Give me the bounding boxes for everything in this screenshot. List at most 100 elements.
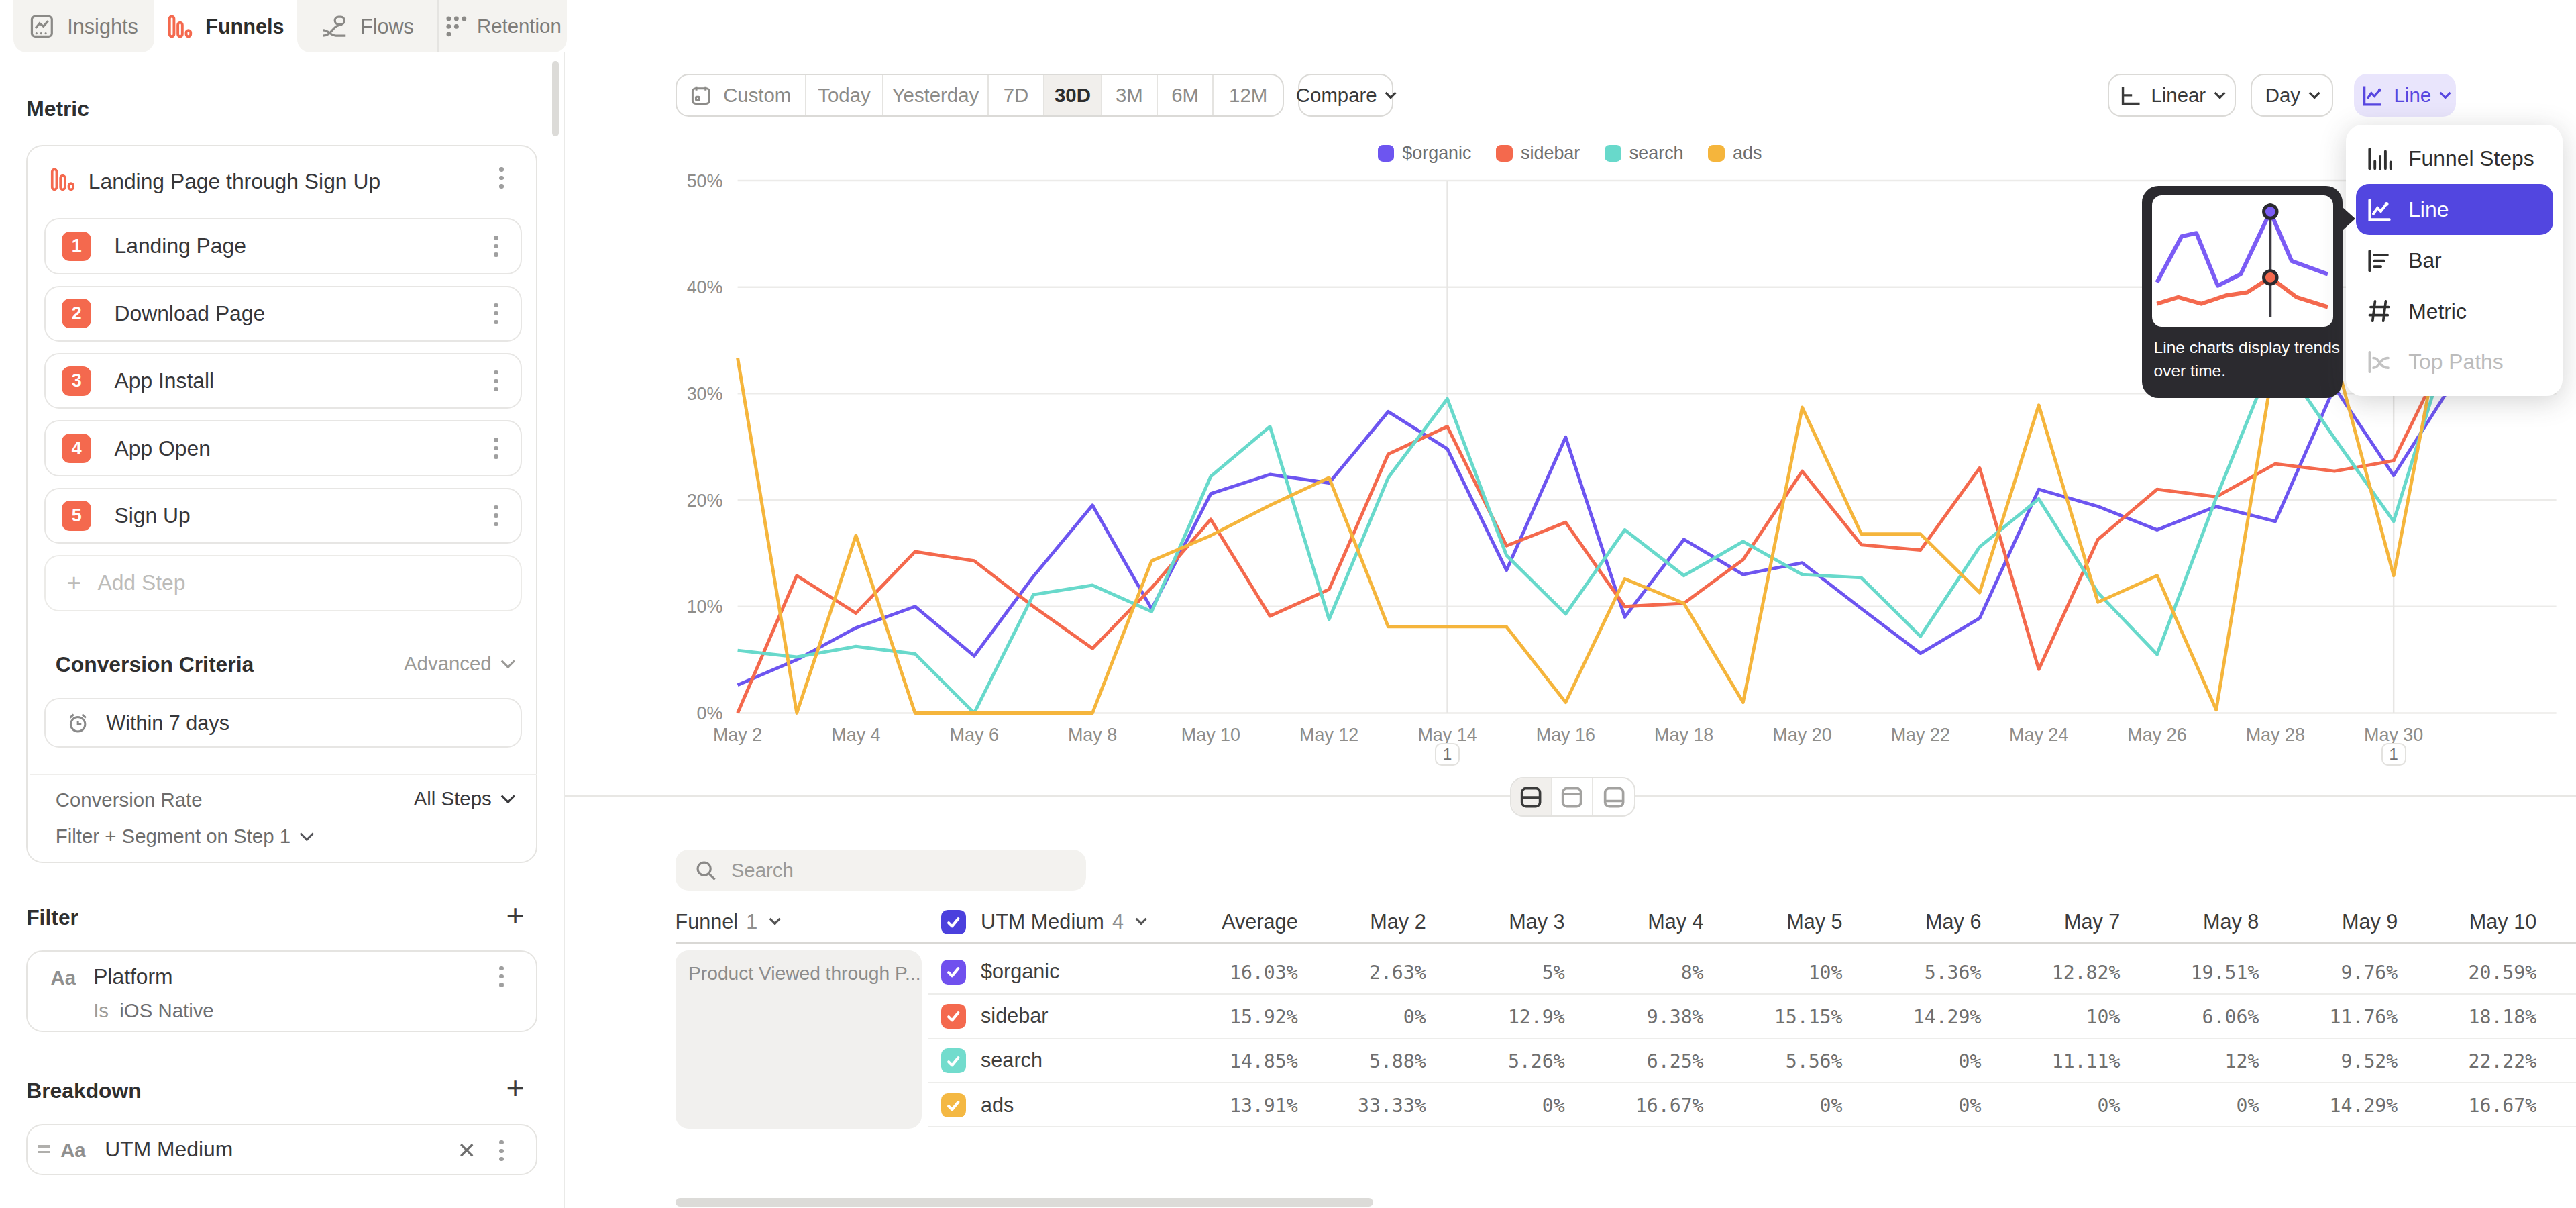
tab-funnels[interactable]: Funnels [154,0,297,52]
add-filter-button[interactable]: + [506,897,525,934]
row-value: 9.52% [2341,1050,2398,1072]
scale-dropdown[interactable]: Linear [2108,74,2236,117]
table-row[interactable]: $organic16.03%2.63%5%8%10%5.36%12.82%19.… [928,950,2576,995]
table-row[interactable]: sidebar15.92%0%12.9%9.38%15.15%14.29%10%… [928,995,2576,1039]
advanced-dropdown[interactable]: Advanced [404,652,513,675]
range-today[interactable]: Today [806,75,883,115]
row-checkbox[interactable] [941,1004,966,1029]
date-column-header[interactable]: May 9 [2283,902,2398,942]
row-value: 9.38% [1647,1006,1704,1028]
row-checkbox[interactable] [941,1048,966,1073]
row-value: 22.22% [2469,1050,2537,1072]
range-7d[interactable]: 7D [989,75,1044,115]
filter-operator[interactable]: Is [93,999,109,1022]
remove-icon[interactable] [457,1140,476,1160]
annotation-badge[interactable]: 1 [2381,743,2406,766]
range-yesterday[interactable]: Yesterday [883,75,989,115]
filter-value[interactable]: iOS Native [119,999,213,1022]
conversion-window[interactable]: Within 7 days [44,698,523,747]
calendar-icon [690,85,712,106]
menu-item-line[interactable]: Line [2356,184,2553,235]
range-label: 7D [1004,84,1029,107]
row-value: 5.56% [1786,1050,1843,1072]
date-column-header[interactable]: May 7 [2005,902,2120,942]
horizontal-scrollbar[interactable] [676,1198,1374,1206]
compare-button[interactable]: Compare [1298,74,1393,117]
layout-chart-button[interactable] [1552,778,1593,815]
filter-segment-dropdown[interactable]: Filter + Segment on Step 1 [56,825,312,848]
chart-type-label: Line [2394,84,2432,107]
advanced-label: Advanced [404,652,492,675]
date-column-header[interactable]: May 5 [1727,902,1842,942]
breakdown-col-count: 4 [1112,910,1124,934]
menu-item-bar[interactable]: Bar [2356,235,2553,286]
tab-retention[interactable]: Retention [439,0,567,52]
select-all-checkbox[interactable] [941,910,966,935]
funnel-step[interactable]: 2Download Page [44,286,523,342]
granularity-dropdown[interactable]: Day [2251,74,2332,117]
breakdown-heading: Breakdown [26,1078,142,1103]
row-value: 11.11% [2052,1050,2121,1072]
menu-item-funnel-steps[interactable]: Funnel Steps [2356,133,2553,184]
funnel-step[interactable]: 1Landing Page [44,218,523,274]
drag-handle[interactable] [38,1145,51,1153]
filter-card[interactable]: Aa Platform Is iOS Native [26,950,537,1032]
kebab-icon[interactable] [488,505,504,526]
sidebar-scrollbar[interactable] [552,61,559,137]
row-checkbox[interactable] [941,960,966,985]
add-breakdown-button[interactable]: + [506,1070,525,1106]
kebab-icon[interactable] [493,1140,509,1161]
range-custom[interactable]: Custom [677,75,806,115]
menu-item-top-paths[interactable]: Top Paths [2356,337,2553,388]
breakdown-column-header[interactable]: UTM Medium 4 [941,902,1145,942]
kebab-icon[interactable] [488,370,504,391]
add-step-button[interactable]: + Add Step [44,555,523,611]
row-value: 15.15% [1774,1006,1843,1028]
step-label: Download Page [115,301,266,326]
range-6m[interactable]: 6M [1158,75,1214,115]
kebab-icon[interactable] [488,438,504,458]
annotation-badge[interactable]: 1 [1435,743,1460,766]
insights-icon [30,14,54,39]
y-tick-label: 40% [657,277,723,298]
average-column-header[interactable]: Average [1167,902,1298,942]
kebab-icon[interactable] [493,167,509,188]
row-value: 0% [1959,1095,1982,1117]
funnel-step[interactable]: 4App Open [44,420,523,476]
row-value: 18.18% [2469,1006,2537,1028]
range-3m[interactable]: 3M [1102,75,1158,115]
kebab-icon[interactable] [493,966,509,987]
funnel-column-header[interactable]: Funnel 1 [676,902,780,942]
row-value: 10% [1809,962,1843,984]
range-30d[interactable]: 30D [1044,75,1102,115]
range-12m[interactable]: 12M [1214,75,1283,115]
conversion-rate-value: All Steps [414,787,492,810]
table-row[interactable]: search14.85%5.88%5.26%6.25%5.56%0%11.11%… [928,1039,2576,1083]
funnel-cell[interactable]: Product Viewed through P... [676,950,922,1129]
layout-table-button[interactable] [1593,778,1634,815]
search-icon [695,860,716,881]
layout-split-button[interactable] [1511,778,1552,815]
breakdown-card[interactable]: Aa UTM Medium [26,1124,537,1175]
y-tick-label: 0% [657,703,723,724]
date-column-header[interactable]: May 8 [2144,902,2259,942]
date-column-header[interactable]: May 3 [1450,902,1564,942]
kebab-icon[interactable] [488,303,504,324]
funnel-step[interactable]: 3App Install [44,353,523,409]
date-column-header[interactable]: May 2 [1311,902,1426,942]
search-input[interactable]: Search [676,850,1086,891]
row-checkbox[interactable] [941,1093,966,1118]
row-value: 8% [1681,962,1704,984]
conversion-rate-dropdown[interactable]: All Steps [414,787,513,810]
date-column-header[interactable]: May 6 [1866,902,1981,942]
funnel-step[interactable]: 5Sign Up [44,488,523,544]
table-row[interactable]: ads13.91%33.33%0%16.67%0%0%0%0%14.29%16.… [928,1083,2576,1127]
menu-item-metric[interactable]: Metric [2356,286,2553,337]
metric-heading: Metric [26,97,89,121]
kebab-icon[interactable] [488,236,504,256]
date-column-header[interactable]: May 10 [2422,902,2536,942]
chart-type-dropdown[interactable]: Line [2354,74,2456,117]
tab-insights[interactable]: Insights [13,0,155,52]
date-column-header[interactable]: May 4 [1589,902,1703,942]
tab-flows[interactable]: Flows [297,0,439,52]
